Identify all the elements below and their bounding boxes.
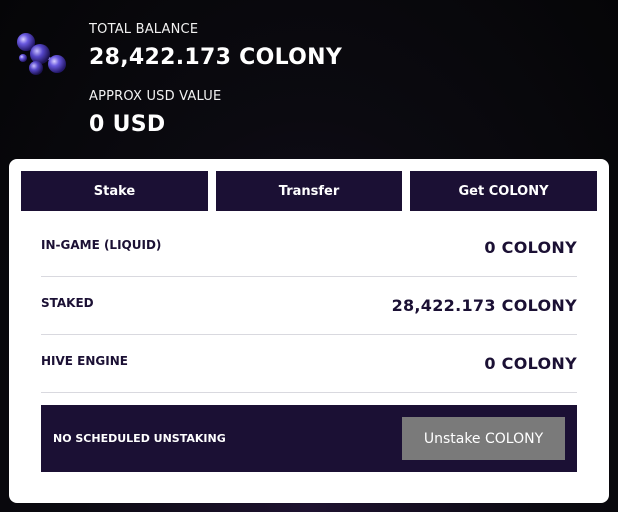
balance-row-label: HIVE ENGINE	[41, 353, 128, 368]
transfer-button[interactable]: Transfer	[216, 171, 402, 211]
usd-value-label: APPROX USD VALUE	[89, 89, 222, 104]
balance-row-label: IN-GAME (LIQUID)	[41, 237, 162, 252]
unstaking-panel: NO SCHEDULED UNSTAKING Unstake COLONY	[41, 405, 577, 472]
unstaking-status-text: NO SCHEDULED UNSTAKING	[53, 432, 226, 445]
usd-value: 0 USD	[89, 112, 166, 137]
balance-row-value: 28,422.173 COLONY	[391, 296, 577, 315]
balance-row-hive-engine: HIVE ENGINE 0 COLONY	[41, 335, 577, 393]
unstake-colony-button[interactable]: Unstake COLONY	[402, 417, 565, 460]
total-balance-value: 28,422.173 COLONY	[89, 45, 343, 70]
balance-row-ingame: IN-GAME (LIQUID) 0 COLONY	[41, 219, 577, 277]
total-balance-label: TOTAL BALANCE	[89, 22, 199, 37]
colony-token-icon	[17, 33, 66, 75]
balance-row-label: STAKED	[41, 295, 94, 310]
balance-header: TOTAL BALANCE 28,422.173 COLONY APPROX U…	[0, 0, 618, 158]
balance-row-value: 0 COLONY	[484, 354, 577, 373]
balance-row-staked: STAKED 28,422.173 COLONY	[41, 277, 577, 335]
get-colony-button[interactable]: Get COLONY	[410, 171, 597, 211]
stake-button[interactable]: Stake	[21, 171, 208, 211]
balance-row-value: 0 COLONY	[484, 238, 577, 257]
wallet-card: Stake Transfer Get COLONY IN-GAME (LIQUI…	[9, 159, 609, 503]
